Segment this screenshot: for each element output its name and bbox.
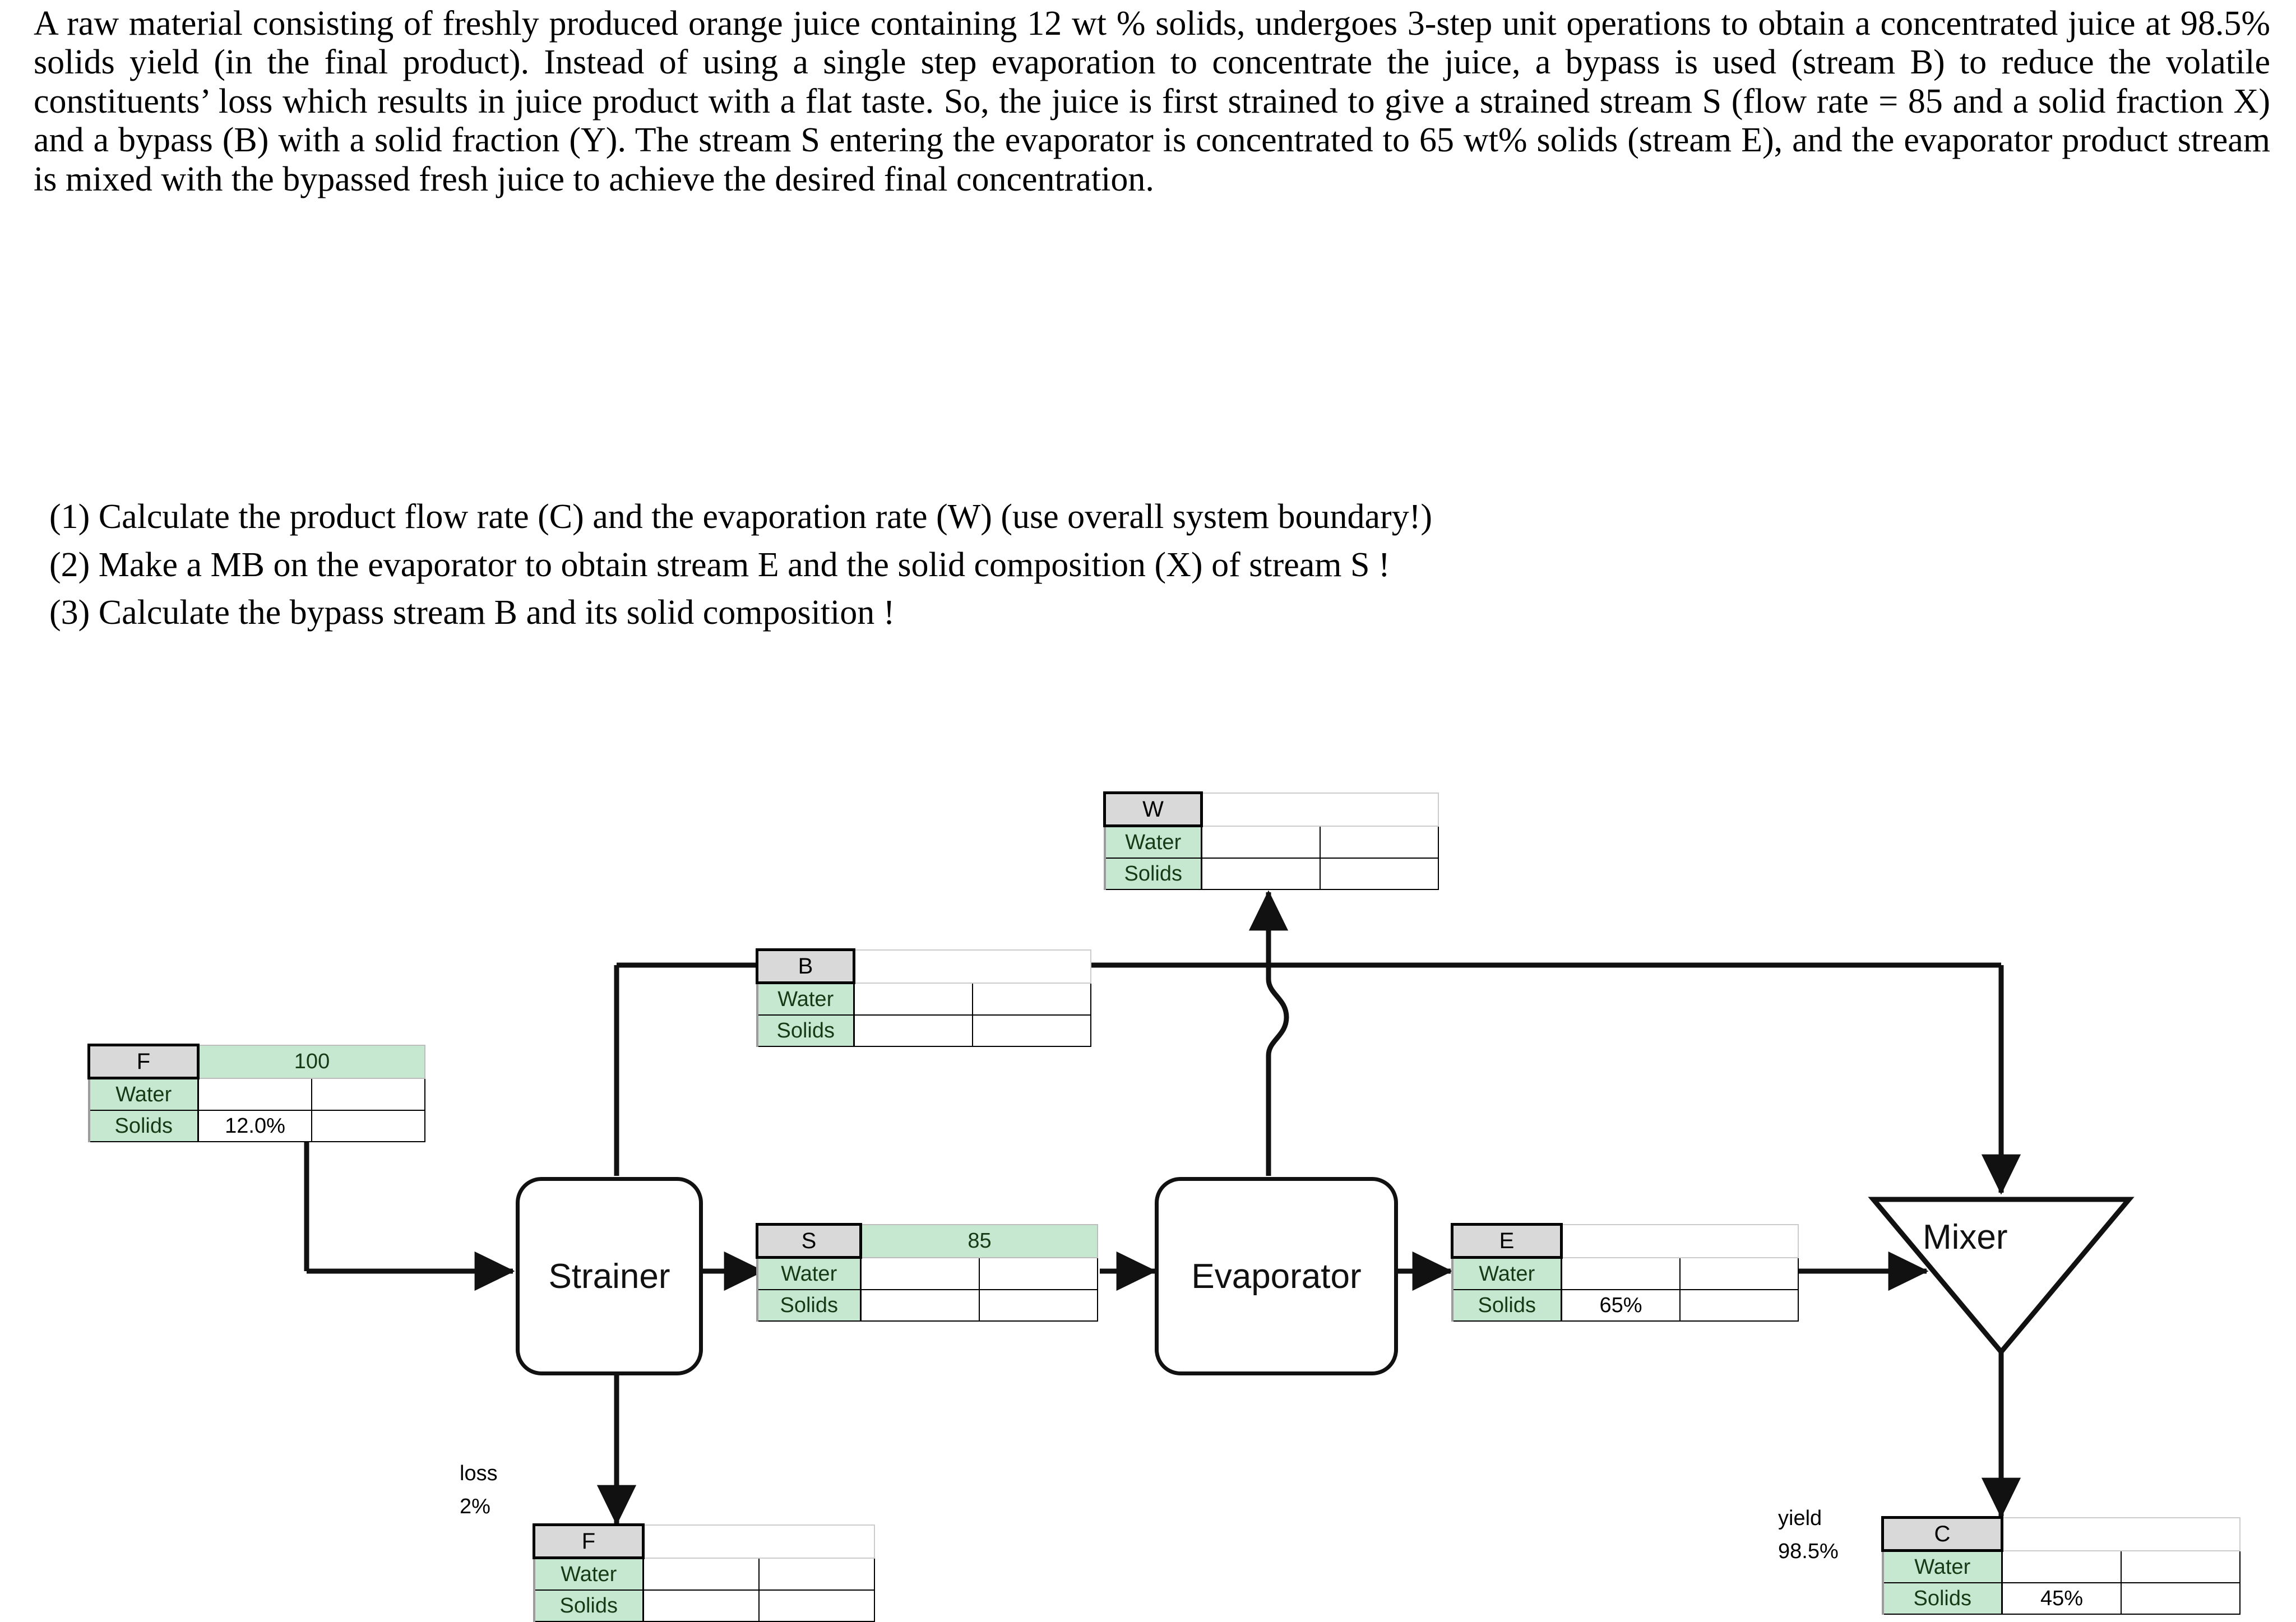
stream-table-f-loss-solids-c2[interactable]: [758, 1589, 875, 1622]
process-flow-diagram: W Water Solids B Water Solids F 100 Wate…: [0, 0, 2296, 1622]
stream-table-f-loss-water-label: Water: [533, 1557, 644, 1591]
loss-annotation: loss 2%: [460, 1457, 561, 1523]
stream-table-f-loss-water-c2[interactable]: [758, 1557, 875, 1591]
unit-evaporator[interactable]: Evaporator: [1155, 1177, 1398, 1375]
unit-evaporator-label: Evaporator: [1191, 1257, 1362, 1296]
stream-table-f-feed-water-label: Water: [87, 1077, 199, 1111]
stream-table-b-solids-c1[interactable]: [853, 1014, 973, 1047]
stream-table-c-water-c1[interactable]: [2001, 1550, 2122, 1583]
stream-table-f-feed-water-c1[interactable]: [197, 1077, 312, 1111]
stream-table-f-loss-total: [642, 1524, 875, 1559]
stream-table-w-solids-c2[interactable]: [1320, 858, 1439, 890]
stream-table-b-water-label: Water: [756, 982, 855, 1016]
unit-strainer[interactable]: Strainer: [516, 1177, 703, 1375]
stream-table-c-solids-c1[interactable]: 45%: [2001, 1582, 2122, 1615]
stream-table-b-total: [853, 949, 1091, 984]
stream-table-c-water-c2[interactable]: [2121, 1550, 2241, 1583]
wire-evaporator-to-w: [1248, 890, 1289, 1176]
stream-table-c-total: [2001, 1517, 2241, 1551]
stream-table-w-solids-label: Solids: [1103, 858, 1202, 890]
stream-table-e-water-c2[interactable]: [1679, 1257, 1799, 1290]
stream-table-e-solids-label: Solids: [1451, 1289, 1562, 1322]
stream-table-e-name: E: [1451, 1223, 1563, 1259]
stream-table-f-loss-name: F: [533, 1523, 645, 1559]
stream-table-f-loss-solids-label: Solids: [533, 1589, 644, 1622]
stream-table-e-water-c1[interactable]: [1561, 1257, 1681, 1290]
stream-table-e: E Water Solids 65%: [1451, 1223, 1799, 1322]
stream-table-b: B Water Solids: [756, 948, 1091, 1047]
stream-table-e-solids-c1[interactable]: 65%: [1561, 1289, 1681, 1322]
stream-table-w-total: [1201, 792, 1439, 827]
stream-table-s-water-c2[interactable]: [979, 1257, 1098, 1290]
stream-table-e-solids-c2[interactable]: [1679, 1289, 1799, 1322]
stream-table-w-water-c1[interactable]: [1201, 825, 1321, 859]
stream-table-c-solids-c2[interactable]: [2121, 1582, 2241, 1615]
stream-table-b-solids-label: Solids: [756, 1014, 855, 1047]
yield-annotation: yield 98.5%: [1778, 1502, 1890, 1568]
yield-annotation-value: 98.5%: [1778, 1539, 1839, 1563]
stream-table-f-feed-solids-label: Solids: [87, 1110, 199, 1142]
stream-table-f-loss: F Water Solids: [533, 1523, 875, 1622]
stream-table-s-water-label: Water: [756, 1257, 862, 1290]
stream-table-w-water-c2[interactable]: [1320, 825, 1439, 859]
stream-table-c-solids-label: Solids: [1881, 1582, 2003, 1615]
stream-table-w-name: W: [1103, 791, 1203, 827]
stream-table-w: W Water Solids: [1103, 791, 1439, 890]
stream-table-f-feed-total: 100: [197, 1044, 425, 1079]
stream-table-f-feed-water-c2[interactable]: [311, 1077, 425, 1111]
stream-table-s-solids-c1[interactable]: [860, 1289, 980, 1322]
stream-table-c-name: C: [1881, 1516, 2003, 1552]
unit-mixer-label: Mixer: [1923, 1218, 2008, 1257]
stream-table-f-feed-solids-c2[interactable]: [311, 1110, 425, 1142]
yield-annotation-label: yield: [1778, 1507, 1822, 1530]
stream-table-s-solids-c2[interactable]: [979, 1289, 1098, 1322]
stream-table-f-feed: F 100 Water Solids 12.0%: [87, 1044, 425, 1142]
stream-table-w-solids-c1[interactable]: [1201, 858, 1321, 890]
stream-table-b-water-c1[interactable]: [853, 982, 973, 1016]
stream-table-e-total: [1561, 1224, 1799, 1258]
stream-table-f-feed-solids-c1[interactable]: 12.0%: [197, 1110, 312, 1142]
stream-table-b-water-c2[interactable]: [972, 982, 1091, 1016]
loss-annotation-value: 2%: [460, 1494, 490, 1518]
stream-table-f-feed-name: F: [87, 1044, 200, 1079]
stream-table-s-water-c1[interactable]: [860, 1257, 980, 1290]
stream-table-c: C Water Solids 45%: [1881, 1516, 2241, 1615]
stream-table-s-total: 85: [860, 1224, 1098, 1258]
stream-table-w-water-label: Water: [1103, 825, 1202, 859]
stream-table-b-solids-c2[interactable]: [972, 1014, 1091, 1047]
stream-table-b-name: B: [756, 948, 855, 984]
stream-table-f-loss-water-c1[interactable]: [642, 1557, 760, 1591]
stream-table-s: S 85 Water Solids: [756, 1223, 1098, 1322]
loss-annotation-label: loss: [460, 1462, 498, 1485]
unit-strainer-label: Strainer: [548, 1257, 670, 1296]
stream-table-e-water-label: Water: [1451, 1257, 1562, 1290]
stream-table-s-solids-label: Solids: [756, 1289, 862, 1322]
stream-table-f-loss-solids-c1[interactable]: [642, 1589, 760, 1622]
stream-table-s-name: S: [756, 1223, 862, 1259]
stream-table-c-water-label: Water: [1881, 1550, 2003, 1583]
